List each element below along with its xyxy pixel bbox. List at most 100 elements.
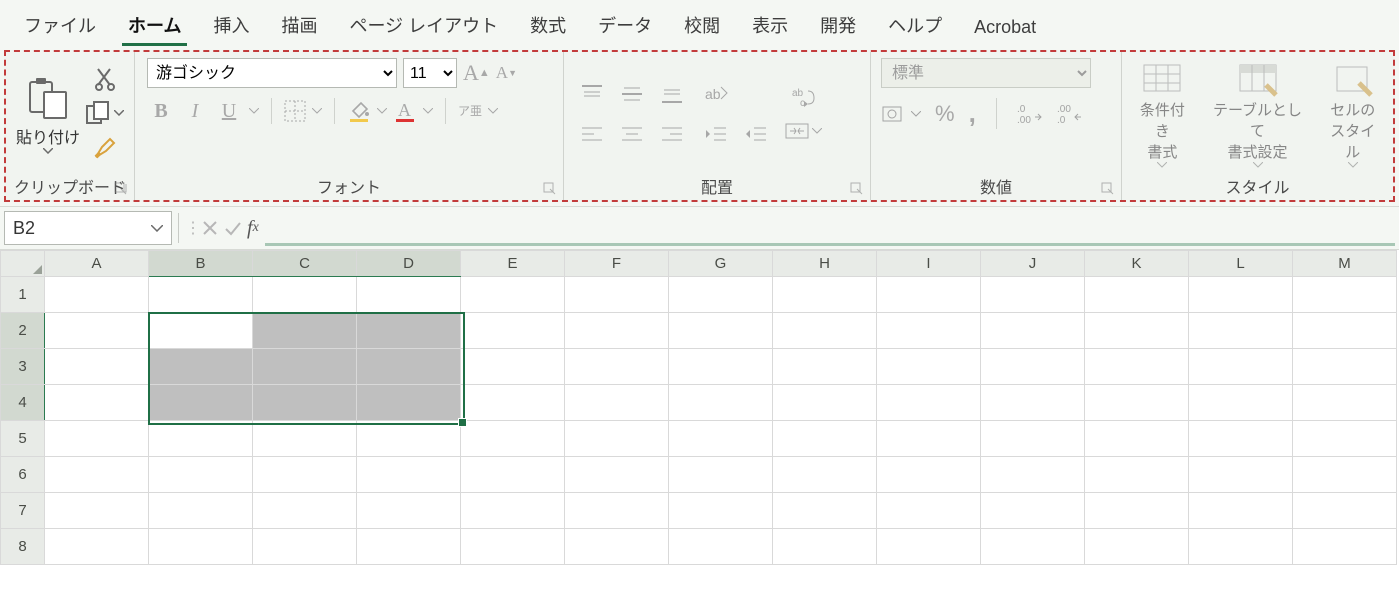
- cell-K2[interactable]: [1085, 313, 1189, 349]
- column-header-J[interactable]: J: [981, 251, 1085, 277]
- cell-C4[interactable]: [253, 385, 357, 421]
- cell-D6[interactable]: [357, 457, 461, 493]
- cell-B4[interactable]: [149, 385, 253, 421]
- tab-file[interactable]: ファイル: [8, 0, 112, 48]
- cell-I6[interactable]: [877, 457, 981, 493]
- cell-L3[interactable]: [1189, 349, 1293, 385]
- tab-home[interactable]: ホーム: [112, 0, 197, 48]
- cell-A8[interactable]: [45, 529, 149, 565]
- tab-formulas[interactable]: 数式: [514, 0, 582, 48]
- cell-C3[interactable]: [253, 349, 357, 385]
- cell-M2[interactable]: [1293, 313, 1397, 349]
- bold-button[interactable]: B: [147, 98, 175, 124]
- cell-M6[interactable]: [1293, 457, 1397, 493]
- cell-C1[interactable]: [253, 277, 357, 313]
- font-color-button[interactable]: A: [393, 99, 417, 123]
- cell-D7[interactable]: [357, 493, 461, 529]
- cell-K7[interactable]: [1085, 493, 1189, 529]
- orientation-button[interactable]: ab: [700, 78, 732, 110]
- increase-decimal-button[interactable]: .0.00: [1017, 103, 1043, 125]
- cell-H1[interactable]: [773, 277, 877, 313]
- decrease-decimal-button[interactable]: .00.0: [1057, 103, 1083, 125]
- cell-A3[interactable]: [45, 349, 149, 385]
- cell-F6[interactable]: [565, 457, 669, 493]
- cell-B7[interactable]: [149, 493, 253, 529]
- decrease-font-button[interactable]: A▼: [496, 63, 517, 83]
- cell-G5[interactable]: [669, 421, 773, 457]
- column-header-L[interactable]: L: [1189, 251, 1293, 277]
- cell-J3[interactable]: [981, 349, 1085, 385]
- column-header-H[interactable]: H: [773, 251, 877, 277]
- cell-B5[interactable]: [149, 421, 253, 457]
- tab-review[interactable]: 校閲: [668, 0, 736, 48]
- cell-H7[interactable]: [773, 493, 877, 529]
- cell-H8[interactable]: [773, 529, 877, 565]
- cell-H6[interactable]: [773, 457, 877, 493]
- wrap-text-button[interactable]: abc: [790, 86, 816, 110]
- phonetic-dropdown-icon[interactable]: [488, 108, 498, 114]
- cell-F1[interactable]: [565, 277, 669, 313]
- cell-C2[interactable]: [253, 313, 357, 349]
- column-header-G[interactable]: G: [669, 251, 773, 277]
- cancel-formula-button[interactable]: [201, 219, 219, 237]
- cell-F3[interactable]: [565, 349, 669, 385]
- tab-layout[interactable]: ページ レイアウト: [333, 0, 514, 48]
- worksheet-grid[interactable]: ABCDEFGHIJKLM12345678: [0, 250, 1399, 591]
- cell-J2[interactable]: [981, 313, 1085, 349]
- row-header-7[interactable]: 7: [1, 493, 45, 529]
- cell-B8[interactable]: [149, 529, 253, 565]
- underline-dropdown-icon[interactable]: [249, 108, 259, 114]
- column-header-M[interactable]: M: [1293, 251, 1397, 277]
- row-header-6[interactable]: 6: [1, 457, 45, 493]
- cell-J5[interactable]: [981, 421, 1085, 457]
- accounting-format-button[interactable]: [881, 103, 921, 125]
- clipboard-launcher-icon[interactable]: [114, 182, 130, 198]
- alignment-launcher-icon[interactable]: [850, 182, 866, 198]
- cell-E4[interactable]: [461, 385, 565, 421]
- number-format-select[interactable]: 標準: [881, 58, 1091, 88]
- cell-D4[interactable]: [357, 385, 461, 421]
- cell-J1[interactable]: [981, 277, 1085, 313]
- cell-G3[interactable]: [669, 349, 773, 385]
- number-launcher-icon[interactable]: [1101, 182, 1117, 198]
- name-box[interactable]: B2: [4, 211, 172, 245]
- cell-E8[interactable]: [461, 529, 565, 565]
- cell-L4[interactable]: [1189, 385, 1293, 421]
- decrease-indent-button[interactable]: [700, 118, 732, 150]
- cell-B1[interactable]: [149, 277, 253, 313]
- cell-I8[interactable]: [877, 529, 981, 565]
- cell-J4[interactable]: [981, 385, 1085, 421]
- cell-C8[interactable]: [253, 529, 357, 565]
- tab-draw[interactable]: 描画: [265, 0, 333, 48]
- increase-font-button[interactable]: A▲: [463, 60, 490, 86]
- cell-M5[interactable]: [1293, 421, 1397, 457]
- cell-H2[interactable]: [773, 313, 877, 349]
- phonetic-button[interactable]: ア亜: [458, 105, 482, 117]
- cell-J6[interactable]: [981, 457, 1085, 493]
- row-header-8[interactable]: 8: [1, 529, 45, 565]
- paste-button[interactable]: 貼り付け: [16, 74, 80, 154]
- cell-G8[interactable]: [669, 529, 773, 565]
- cell-F4[interactable]: [565, 385, 669, 421]
- cell-I4[interactable]: [877, 385, 981, 421]
- cell-L8[interactable]: [1189, 529, 1293, 565]
- cell-E1[interactable]: [461, 277, 565, 313]
- format-as-table-button[interactable]: テーブルとして書式設定: [1209, 61, 1307, 168]
- select-all-corner[interactable]: [1, 251, 45, 277]
- cell-D1[interactable]: [357, 277, 461, 313]
- cell-E6[interactable]: [461, 457, 565, 493]
- merge-cells-button[interactable]: [784, 120, 822, 142]
- cell-D2[interactable]: [357, 313, 461, 349]
- copy-button[interactable]: [86, 101, 124, 125]
- cell-B3[interactable]: [149, 349, 253, 385]
- increase-indent-button[interactable]: [740, 118, 772, 150]
- cell-L5[interactable]: [1189, 421, 1293, 457]
- cell-B2[interactable]: [149, 313, 253, 349]
- cell-I3[interactable]: [877, 349, 981, 385]
- column-header-C[interactable]: C: [253, 251, 357, 277]
- font-color-dropdown-icon[interactable]: [423, 108, 433, 114]
- cell-K5[interactable]: [1085, 421, 1189, 457]
- cell-G4[interactable]: [669, 385, 773, 421]
- cell-H3[interactable]: [773, 349, 877, 385]
- cell-G6[interactable]: [669, 457, 773, 493]
